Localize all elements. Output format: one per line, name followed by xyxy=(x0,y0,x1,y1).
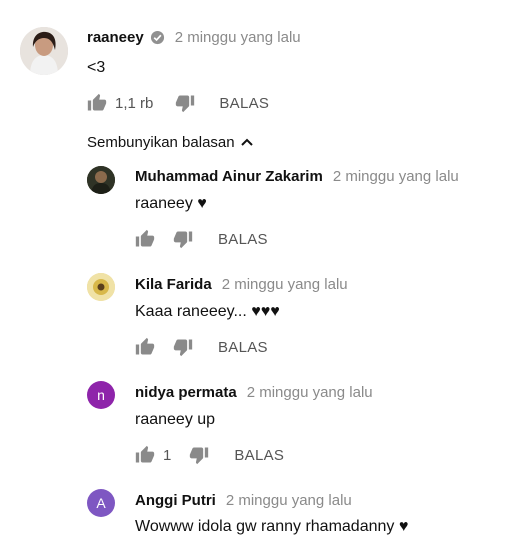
like-count: 1 xyxy=(163,446,172,464)
reply-button[interactable]: BALAS xyxy=(218,339,268,356)
verified-check-icon xyxy=(150,30,165,45)
reply-button[interactable]: BALAS xyxy=(218,231,268,248)
thumbs-up-icon[interactable] xyxy=(135,229,155,249)
reply-author[interactable]: nidya permata xyxy=(135,384,237,401)
avatar-letter: A xyxy=(96,495,106,511)
reply-timestamp[interactable]: 2 minggu yang lalu xyxy=(226,492,352,509)
reply-timestamp[interactable]: 2 minggu yang lalu xyxy=(222,276,348,293)
thumbs-down-icon[interactable] xyxy=(175,93,195,113)
thumbs-up-icon[interactable] xyxy=(135,445,155,465)
thumbs-up-icon[interactable] xyxy=(87,93,107,113)
reply-author[interactable]: Anggi Putri xyxy=(135,492,216,509)
thumbs-up-icon[interactable] xyxy=(135,337,155,357)
comment-author[interactable]: raaneey xyxy=(87,29,144,46)
reply-text: raaneey up xyxy=(135,411,216,428)
reply-text: Kaaa raneeey... ♥♥♥ xyxy=(135,303,280,320)
comment-text: <3 xyxy=(87,59,106,76)
hide-replies-label: Sembunyikan balasan xyxy=(87,134,235,151)
thumbs-down-icon[interactable] xyxy=(173,337,193,357)
reply-author[interactable]: Kila Farida xyxy=(135,276,212,293)
chevron-up-icon xyxy=(240,134,253,151)
thumbs-down-icon[interactable] xyxy=(173,229,193,249)
avatar[interactable] xyxy=(87,166,115,194)
like-count: 1,1 rb xyxy=(115,94,154,112)
thumbs-down-icon[interactable] xyxy=(189,445,209,465)
reply-timestamp[interactable]: 2 minggu yang lalu xyxy=(333,168,459,185)
reply-text: Wowww idola gw ranny rhamadanny ♥ xyxy=(135,518,409,535)
reply-button[interactable]: BALAS xyxy=(219,95,269,112)
avatar[interactable]: n xyxy=(87,381,115,409)
avatar[interactable]: A xyxy=(87,489,115,517)
avatar[interactable] xyxy=(87,273,115,301)
avatar[interactable] xyxy=(20,27,68,75)
reply-button[interactable]: BALAS xyxy=(234,447,284,464)
comment-timestamp[interactable]: 2 minggu yang lalu xyxy=(175,29,301,46)
avatar-letter: n xyxy=(97,387,105,403)
reply-author[interactable]: Muhammad Ainur Zakarim xyxy=(135,168,323,185)
reply-text: raaneey ♥ xyxy=(135,195,207,212)
hide-replies-toggle[interactable]: Sembunyikan balasan xyxy=(87,134,253,151)
reply-timestamp[interactable]: 2 minggu yang lalu xyxy=(247,384,373,401)
